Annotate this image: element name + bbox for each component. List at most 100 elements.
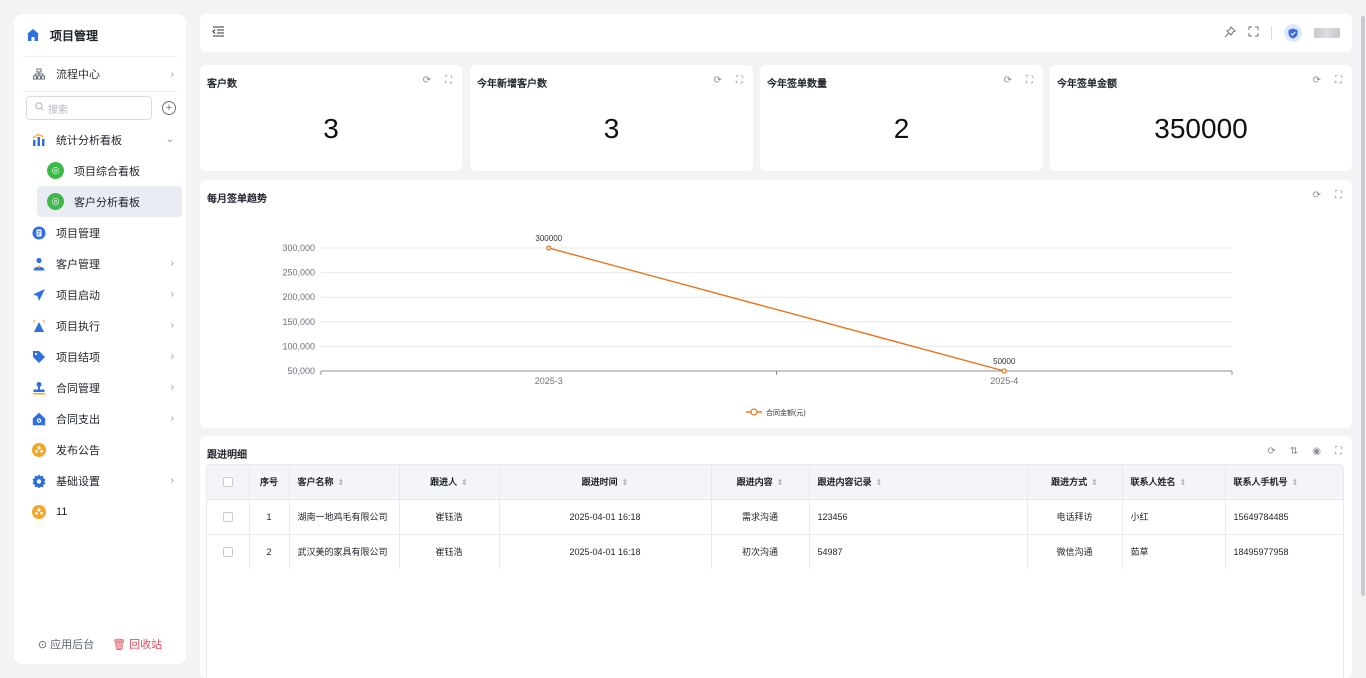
column-header[interactable]: 客户名称 ⇕ — [289, 465, 400, 499]
pin-icon[interactable] — [1224, 25, 1236, 41]
bar-chart-icon — [32, 133, 46, 147]
column-header[interactable]: 跟进时间 ⇕ — [499, 465, 712, 499]
table-row[interactable]: 1 湖南一地鸡毛有限公司 崔钰浩 2025-04-01 16:18 需求沟通 123456… — [207, 498, 1343, 534]
app-title: 项目管理 — [50, 28, 99, 43]
y-tick-label: 200,000 — [282, 292, 315, 302]
table-cell: 123456 — [809, 498, 1028, 534]
sort-icon[interactable]: ⇕ — [777, 478, 784, 487]
app-admin-link[interactable]: ⊙ 应用后台 — [38, 636, 94, 652]
fullscreen-icon[interactable] — [1248, 26, 1259, 40]
avatar[interactable] — [1284, 24, 1302, 42]
sidebar-item-5[interactable]: 项目结项 › — [14, 341, 186, 372]
row-select-cell — [207, 533, 250, 569]
sidebar-item-4[interactable]: 项目执行 › — [14, 310, 186, 341]
column-header[interactable]: 跟进内容记录 ⇕ — [809, 465, 1028, 499]
table-row[interactable]: 2 武汉美的家具有限公司 崔钰浩 2025-04-01 16:18 初次沟通 54987 微… — [207, 533, 1343, 569]
table-cell: 2025-04-01 16:18 — [499, 533, 712, 569]
fullscreen-icon[interactable]: ⛶ — [1335, 446, 1342, 457]
table-cell: 1 — [249, 498, 290, 534]
sidebar-item-7[interactable]: 合同支出 › — [14, 403, 186, 434]
sidebar-item-3[interactable]: 项目启动 › — [14, 279, 186, 310]
dashboard-badge-icon: ◎ — [47, 162, 64, 179]
sort-icon[interactable]: ⇕ — [1091, 478, 1098, 487]
series-line — [548, 247, 1005, 372]
stat-value: 350000 — [1154, 113, 1248, 144]
group-icon — [32, 442, 46, 457]
refresh-icon[interactable]: ⟳ — [423, 75, 431, 86]
sidebar-item-9[interactable]: 基础设置 › — [14, 465, 186, 496]
follow-up-table-card: 跟进明细 ⟳ ⇅ ◉ ⛶ 序号 客户名称 ⇕ 跟进人 ⇕ 跟进时间 ⇕ 跟进内容 ⇕ 跟进内容记录… — [200, 436, 1352, 678]
user-tie-icon — [32, 257, 46, 271]
sort-icon[interactable]: ⇕ — [876, 478, 883, 487]
sidebar-item-label: 统计分析看板 — [56, 134, 122, 147]
flow-center-item[interactable]: 流程中心 › — [14, 57, 186, 91]
fullscreen-icon[interactable]: ⛶ — [1026, 75, 1033, 86]
column-header[interactable]: 跟进方式 ⇕ — [1027, 465, 1123, 499]
sidebar-item-label: 客户管理 — [56, 258, 100, 271]
chevron-right-icon: › — [170, 351, 174, 362]
sort-icon[interactable]: ⇕ — [338, 478, 345, 487]
fullscreen-icon[interactable]: ⛶ — [736, 75, 743, 86]
chevron-right-icon: › — [170, 289, 174, 300]
page-scrollbar[interactable] — [1361, 16, 1365, 596]
table-title: 跟进明细 — [207, 450, 247, 461]
fullscreen-icon[interactable]: ⛶ — [445, 75, 452, 86]
row-checkbox[interactable] — [222, 511, 233, 522]
chevron-right-icon: › — [170, 382, 174, 393]
data-point — [546, 245, 552, 251]
eye-icon[interactable]: ◉ — [1312, 446, 1321, 457]
sidebar-item-0[interactable]: 统计分析看板 ⌄ — [14, 124, 186, 155]
column-header[interactable]: 跟进内容 ⇕ — [711, 465, 810, 499]
refresh-icon[interactable]: ⟳ — [1267, 446, 1275, 457]
sidebar-subitem-1[interactable]: ◎ 客户分析看板 — [37, 186, 182, 217]
column-header[interactable]: 联系人姓名 ⇕ — [1122, 465, 1226, 499]
dashboard-badge-icon: ◎ — [47, 193, 64, 210]
home-icon — [26, 28, 40, 42]
table-cell: 茹草 — [1122, 533, 1226, 569]
search-input[interactable]: 搜索 — [26, 96, 152, 120]
sort-icon[interactable]: ⇕ — [461, 478, 468, 487]
row-select-cell — [207, 498, 250, 534]
column-height-icon[interactable]: ⇅ — [1290, 446, 1298, 457]
y-tick-label: 100,000 — [282, 341, 315, 351]
sort-icon[interactable]: ⇕ — [1292, 478, 1299, 487]
tag-icon — [32, 350, 46, 364]
column-header-label: 客户名称 — [297, 477, 334, 488]
x-tick-label: 2025-3 — [535, 376, 563, 386]
sidebar-item-label: 项目管理 — [56, 227, 100, 240]
fullscreen-icon[interactable]: ⛶ — [1335, 75, 1342, 86]
sidebar-item-8[interactable]: 发布公告 — [14, 434, 186, 465]
sidebar-item-label: 合同支出 — [56, 413, 100, 426]
chevron-right-icon: › — [170, 320, 174, 331]
app-header[interactable]: 项目管理 — [14, 14, 186, 56]
column-header[interactable]: 联系人手机号 ⇕ — [1225, 465, 1343, 499]
topbar-actions — [1224, 24, 1340, 42]
add-icon[interactable]: + — [162, 101, 176, 115]
sort-icon[interactable]: ⇕ — [1180, 478, 1187, 487]
sidebar-item-2[interactable]: 客户管理 › — [14, 248, 186, 279]
column-header[interactable]: 跟进人 ⇕ — [399, 465, 500, 499]
sort-icon[interactable]: ⇕ — [622, 478, 629, 487]
search-icon — [35, 102, 44, 114]
refresh-icon[interactable]: ⟳ — [1004, 75, 1012, 86]
sidebar-item-10[interactable]: 11 — [14, 496, 186, 527]
table-cell: 2025-04-01 16:18 — [499, 498, 712, 534]
stat-value: 3 — [323, 113, 339, 144]
sidebar-subitem-label: 客户分析看板 — [74, 196, 140, 209]
row-checkbox[interactable] — [222, 547, 233, 558]
recycle-bin-link[interactable]: 🗑 回收站 — [112, 636, 162, 652]
sidebar-item-6[interactable]: 合同管理 › — [14, 372, 186, 403]
stat-card: 今年新增客户数 ⟳ ⛶ 3 — [470, 65, 753, 171]
house-icon — [32, 412, 46, 426]
collapse-sidebar-icon[interactable] — [212, 26, 225, 40]
refresh-icon[interactable]: ⟳ — [714, 75, 722, 86]
user-name-redacted — [1314, 28, 1340, 38]
sidebar-item-1[interactable]: 项目管理 — [14, 217, 186, 248]
chevron-down-icon: ⌄ — [165, 134, 174, 145]
table-cell: 需求沟通 — [711, 498, 810, 534]
sidebar-subitem-0[interactable]: ◎ 项目综合看板 — [37, 155, 182, 186]
table-cell: 18495977958 — [1225, 533, 1343, 569]
select-all-checkbox[interactable] — [222, 477, 233, 488]
refresh-icon[interactable]: ⟳ — [1313, 75, 1321, 86]
chevron-right-icon: › — [170, 68, 174, 80]
